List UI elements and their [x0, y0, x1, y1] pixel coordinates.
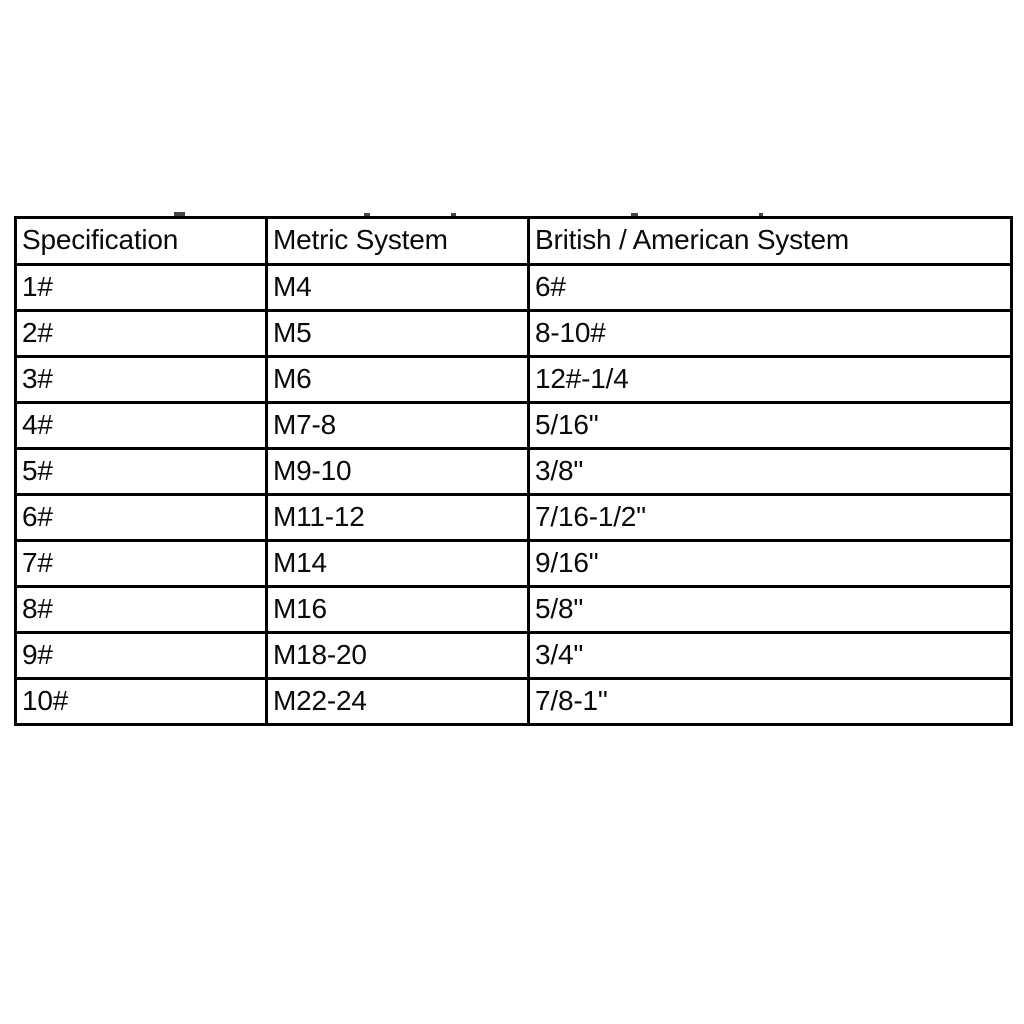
table-cell-metric-value: M14 — [273, 546, 327, 578]
table-cell-metric: M14 — [265, 539, 530, 588]
table-cell-specification: 9# — [14, 631, 268, 680]
table-cell-imperial: 3/8" — [527, 447, 1013, 496]
table-cell-metric-value: M18-20 — [273, 638, 367, 670]
table-cell-imperial: 6# — [527, 263, 1013, 312]
table-cell-imperial-value: 9/16" — [535, 546, 599, 578]
table-cell-metric: M11-12 — [265, 493, 530, 542]
table-cell-specification: 4# — [14, 401, 268, 450]
table-cell-specification-value: 7# — [22, 546, 53, 578]
table-cell-imperial: 8-10# — [527, 309, 1013, 358]
table-cell-metric-value: M22-24 — [273, 684, 367, 716]
table-cell-imperial: 3/4" — [527, 631, 1013, 680]
table-cell-metric: M4 — [265, 263, 530, 312]
table-cell-specification: 3# — [14, 355, 268, 404]
table-cell-specification-value: 1# — [22, 270, 53, 302]
table-header-row: Specification Metric System British / Am… — [14, 216, 1013, 266]
table-cell-metric-value: M11-12 — [273, 500, 365, 532]
column-header-specification-label: Specification — [22, 224, 179, 255]
cropped-row-artifact — [14, 203, 1010, 216]
column-header-metric-label: Metric System — [273, 224, 448, 255]
table-cell-imperial-value: 5/16" — [535, 408, 599, 440]
table-cell-specification: 6# — [14, 493, 268, 542]
table-row: 3# M6 12#-1/4 — [14, 355, 1013, 404]
table-row: 2# M5 8-10# — [14, 309, 1013, 358]
table-header: Specification Metric System British / Am… — [14, 216, 1013, 266]
table-cell-specification-value: 2# — [22, 316, 53, 348]
column-header-specification: Specification — [14, 216, 268, 266]
table-cell-metric: M6 — [265, 355, 530, 404]
table-row: 6# M11-12 7/16-1/2" — [14, 493, 1013, 542]
table-cell-specification: 7# — [14, 539, 268, 588]
table-cell-specification: 10# — [14, 677, 268, 726]
table-row: 10# M22-24 7/8-1" — [14, 677, 1013, 726]
table-cell-imperial-value: 8-10# — [535, 316, 606, 348]
table-body: 1# M4 6# 2# M5 8-10# 3# M6 12#-1/4 4# M7-8 5/16" 5# M… — [14, 263, 1013, 726]
table-cell-specification-value: 5# — [22, 454, 53, 486]
table-cell-metric-value: M4 — [273, 270, 312, 302]
table-cell-specification-value: 9# — [22, 638, 53, 670]
screw-specification-conversion-table: Specification Metric System British / Am… — [14, 216, 1013, 726]
table-cell-metric: M16 — [265, 585, 530, 634]
table-row: 7# M14 9/16" — [14, 539, 1013, 588]
table-cell-imperial: 7/16-1/2" — [527, 493, 1013, 542]
column-header-imperial-label: British / American System — [535, 224, 849, 255]
page-canvas: Specification Metric System British / Am… — [0, 0, 1024, 1024]
table-cell-imperial: 9/16" — [527, 539, 1013, 588]
table-cell-imperial-value: 3/4" — [535, 638, 584, 670]
table-cell-imperial-value: 3/8" — [535, 454, 584, 486]
table-cell-imperial-value: 7/16-1/2" — [535, 500, 646, 532]
table-cell-specification-value: 10# — [22, 684, 69, 716]
table-row: 5# M9-10 3/8" — [14, 447, 1013, 496]
table-cell-metric: M22-24 — [265, 677, 530, 726]
table-cell-imperial-value: 6# — [535, 270, 566, 302]
column-header-metric: Metric System — [265, 216, 530, 266]
table-cell-specification: 1# — [14, 263, 268, 312]
table-cell-imperial-value: 12#-1/4 — [535, 362, 629, 394]
table-cell-specification-value: 8# — [22, 592, 53, 624]
table-cell-metric-value: M5 — [273, 316, 312, 348]
table-row: 8# M16 5/8" — [14, 585, 1013, 634]
table-row: 1# M4 6# — [14, 263, 1013, 312]
table-cell-imperial-value: 7/8-1" — [535, 684, 608, 716]
table-cell-metric: M18-20 — [265, 631, 530, 680]
table-cell-metric: M7-8 — [265, 401, 530, 450]
table-cell-specification: 5# — [14, 447, 268, 496]
table-cell-metric: M5 — [265, 309, 530, 358]
table-cell-metric-value: M9-10 — [273, 454, 352, 486]
table-row: 4# M7-8 5/16" — [14, 401, 1013, 450]
table-row: 9# M18-20 3/4" — [14, 631, 1013, 680]
table-cell-imperial: 12#-1/4 — [527, 355, 1013, 404]
table-cell-specification-value: 4# — [22, 408, 53, 440]
table-cell-imperial: 7/8-1" — [527, 677, 1013, 726]
table-cell-imperial: 5/16" — [527, 401, 1013, 450]
table-cell-specification: 2# — [14, 309, 268, 358]
table-cell-metric-value: M6 — [273, 362, 312, 394]
table-cell-imperial-value: 5/8" — [535, 592, 584, 624]
table-cell-specification: 8# — [14, 585, 268, 634]
table-cell-metric-value: M7-8 — [273, 408, 336, 440]
table-cell-imperial: 5/8" — [527, 585, 1013, 634]
table-cell-metric-value: M16 — [273, 592, 327, 624]
table-cell-specification-value: 6# — [22, 500, 53, 532]
table-cell-metric: M9-10 — [265, 447, 530, 496]
column-header-imperial: British / American System — [527, 216, 1013, 266]
table-cell-specification-value: 3# — [22, 362, 53, 394]
